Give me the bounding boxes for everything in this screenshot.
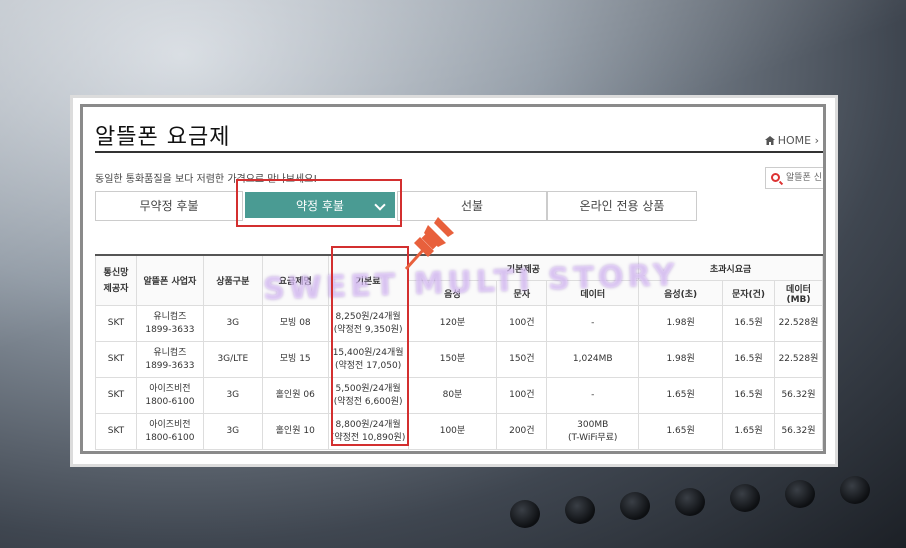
table-cell: 1.98원 bbox=[638, 305, 724, 342]
table-cell: 1.65원 bbox=[638, 377, 724, 414]
table-cell: 3G bbox=[202, 377, 263, 414]
table-cell: 3G bbox=[202, 305, 263, 342]
table-cell: SKT bbox=[95, 305, 137, 342]
table-cell: 1.65원 bbox=[638, 413, 724, 450]
table-cell: 120분 bbox=[407, 305, 498, 342]
search-box[interactable]: 알뜰폰 신 bbox=[765, 167, 823, 189]
table-cell: 모빙 15 bbox=[261, 341, 329, 378]
table-cell: 300MB (T-WiFi무료) bbox=[546, 413, 640, 450]
header-sms-over: 문자(건) bbox=[722, 280, 775, 306]
table-cell: 아이즈비전 1800-6100 bbox=[135, 413, 204, 450]
search-icon bbox=[771, 173, 780, 182]
chevron-right-icon: › bbox=[814, 134, 819, 147]
title-divider bbox=[95, 151, 823, 153]
table-cell: 1.65원 bbox=[722, 413, 775, 450]
table-cell: 56.32원 bbox=[773, 413, 823, 450]
pushpin-icon bbox=[404, 217, 454, 271]
tab-highlight-box bbox=[236, 179, 402, 227]
table-cell: SKT bbox=[95, 377, 137, 414]
page-title: 알뜰폰 요금제 bbox=[95, 125, 231, 150]
table-row: SKT 아이즈비전 1800-6100 3G 홀인원 10 8,800원/24개월… bbox=[95, 413, 823, 450]
header-data-over: 데이터(MB) bbox=[773, 280, 823, 306]
table-cell: 홀인원 06 bbox=[261, 377, 329, 414]
table-cell: 22.528원 bbox=[773, 341, 823, 378]
tab-online-only[interactable]: 온라인 전용 상품 bbox=[547, 191, 697, 221]
phone-speaker-holes bbox=[470, 470, 906, 548]
table-cell: 아이즈비전 1800-6100 bbox=[135, 377, 204, 414]
table-cell: 100건 bbox=[496, 305, 548, 342]
table-cell: 150분 bbox=[407, 341, 498, 378]
table-cell: 1,024MB bbox=[546, 341, 640, 378]
table-cell: 1.98원 bbox=[638, 341, 724, 378]
table-cell: 200건 bbox=[496, 413, 548, 450]
table-cell: 100분 bbox=[407, 413, 498, 450]
table-cell: 100건 bbox=[496, 377, 548, 414]
table-row: SKT 유니컴즈 1899-3633 3G 모빙 08 8,250원/24개월 (약… bbox=[95, 305, 823, 342]
tab-no-contract-postpaid[interactable]: 무약정 후불 bbox=[95, 191, 243, 221]
table-cell: SKT bbox=[95, 341, 137, 378]
header-carrier: 통신망 제공자 bbox=[95, 254, 137, 306]
table-cell: - bbox=[546, 305, 640, 342]
table-row: SKT 유니컴즈 1899-3633 3G/LTE 모빙 15 15,400원/2… bbox=[95, 341, 823, 378]
table-cell: 홀인원 10 bbox=[261, 413, 329, 450]
table-cell: 22.528원 bbox=[773, 305, 823, 342]
home-label: HOME bbox=[777, 134, 812, 147]
table-cell: 16.5원 bbox=[722, 341, 775, 378]
header-provider: 알뜰폰 사업자 bbox=[135, 254, 204, 306]
table-cell: - bbox=[546, 377, 640, 414]
page-content: 알뜰폰 요금제 HOME › 동일한 통화품질을 보다 저렴한 가격으로 만나보… bbox=[80, 104, 826, 454]
table-cell: 모빙 08 bbox=[261, 305, 329, 342]
table-row: SKT 아이즈비전 1800-6100 3G 홀인원 06 5,500원/24개월… bbox=[95, 377, 823, 414]
base-fee-highlight-box bbox=[331, 246, 409, 446]
table-cell: 16.5원 bbox=[722, 377, 775, 414]
table-cell: 16.5원 bbox=[722, 305, 775, 342]
home-breadcrumb[interactable]: HOME › bbox=[764, 134, 819, 147]
table-cell: 80분 bbox=[407, 377, 498, 414]
search-input[interactable]: 알뜰폰 신 bbox=[786, 173, 822, 183]
table-cell: 유니컴즈 1899-3633 bbox=[135, 305, 204, 342]
table-cell: 3G/LTE bbox=[202, 341, 263, 378]
home-icon bbox=[764, 136, 775, 145]
table-cell: 56.32원 bbox=[773, 377, 823, 414]
table-cell: SKT bbox=[95, 413, 137, 450]
header-type: 상품구분 bbox=[202, 254, 263, 306]
table-cell: 3G bbox=[202, 413, 263, 450]
table-cell: 150건 bbox=[496, 341, 548, 378]
table-cell: 유니컴즈 1899-3633 bbox=[135, 341, 204, 378]
